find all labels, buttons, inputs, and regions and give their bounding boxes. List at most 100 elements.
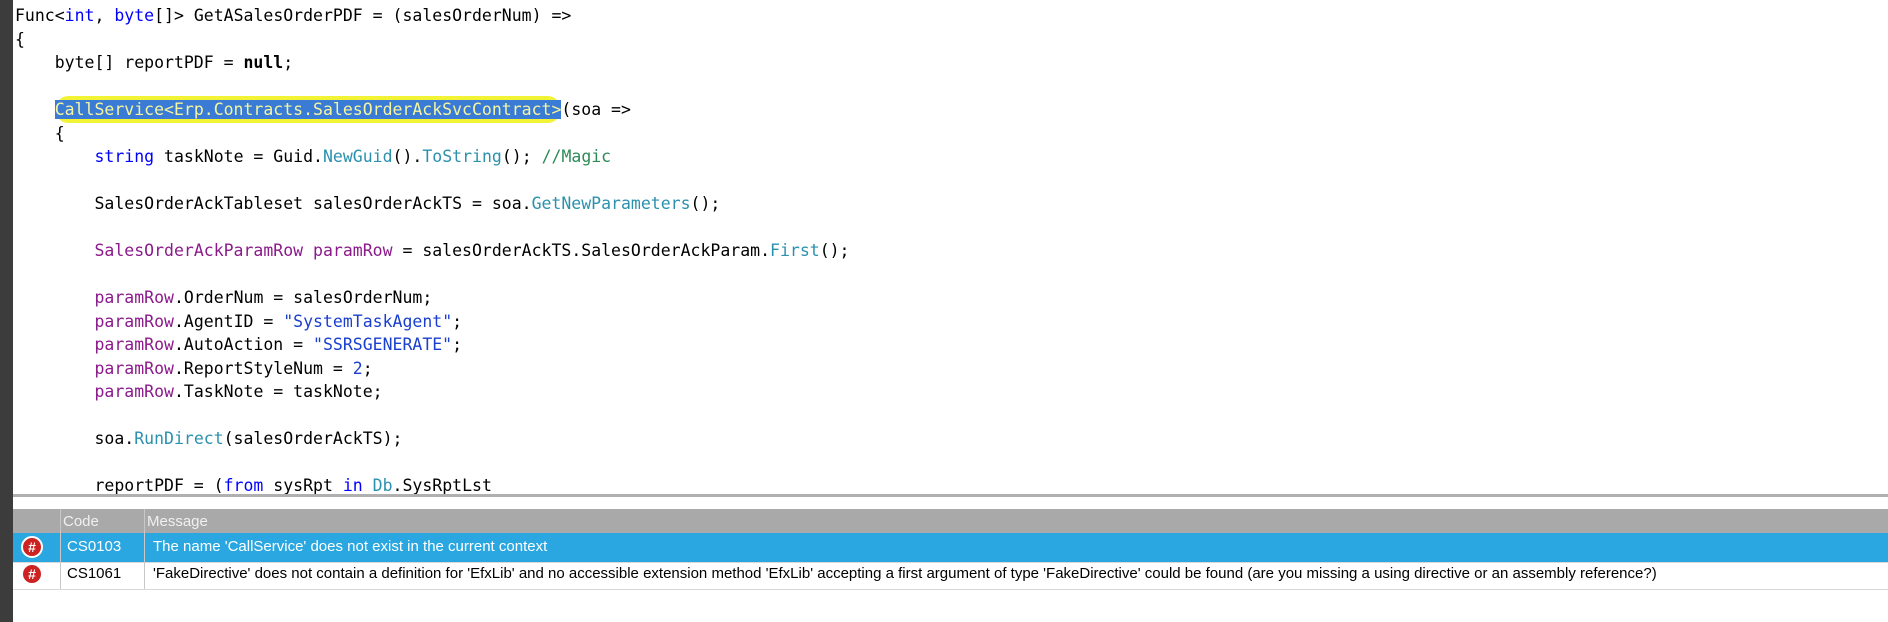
code-token: .AgentID =	[173, 311, 284, 331]
code-token: paramRow	[94, 382, 174, 401]
code-token: ;	[452, 335, 463, 354]
code-token: ;	[283, 53, 294, 72]
code-token: ;	[452, 311, 463, 331]
code-token: 2	[352, 358, 363, 378]
code-token: "SystemTaskAgent"	[283, 311, 453, 331]
code-token: .TaskNote = taskNote;	[173, 382, 383, 401]
code-text[interactable]: Func<int, byte[]> GetASalesOrderPDF = (s…	[15, 4, 850, 494]
code-token: soa.	[15, 429, 135, 448]
code-token: SalesOrderAckParamRow	[94, 241, 304, 260]
code-line[interactable]: ​	[15, 263, 850, 287]
code-line[interactable]: ​	[15, 169, 850, 193]
code-token: {	[15, 29, 25, 49]
code-token: ();	[690, 194, 721, 213]
code-token: from	[223, 476, 264, 494]
code-token: byte[] reportPDF =	[15, 53, 244, 72]
code-token: GetNewParameters	[531, 194, 691, 213]
code-token: paramRow	[303, 241, 393, 260]
code-token: Func<	[15, 6, 65, 25]
code-line[interactable]: {	[15, 122, 850, 146]
code-token: byte	[114, 6, 155, 25]
code-line[interactable]: paramRow.ReportStyleNum = 2;	[15, 357, 850, 381]
code-token: sysRpt	[263, 476, 343, 494]
error-icon: #	[21, 536, 43, 558]
code-line[interactable]: {	[15, 28, 850, 52]
cell-separator	[60, 533, 61, 562]
code-editor[interactable]: Func<int, byte[]> GetASalesOrderPDF = (s…	[13, 0, 1888, 494]
code-token: []> GetASalesOrderPDF = (salesOrderNum) …	[154, 6, 572, 25]
cell-separator	[144, 560, 145, 589]
code-token: SalesOrderAckTableset salesOrderAckTS = …	[15, 194, 532, 213]
code-token: Db	[372, 476, 393, 494]
code-line[interactable]: paramRow.TaskNote = taskNote;	[15, 380, 850, 404]
code-token: null	[243, 53, 284, 72]
code-line[interactable]: soa.RunDirect(salesOrderAckTS);	[15, 427, 850, 451]
code-token: in	[342, 476, 363, 494]
code-token: int	[64, 6, 95, 25]
code-token: .ReportStyleNum =	[173, 358, 353, 378]
code-line[interactable]: paramRow.AutoAction = "SSRSGENERATE";	[15, 333, 850, 357]
error-row[interactable]: # CS1061 'FakeDirective' does not contain …	[13, 560, 1888, 590]
code-line[interactable]: paramRow.AgentID = "SystemTaskAgent";	[15, 310, 850, 334]
code-line[interactable]: reportPDF = (from sysRpt in Db.SysRptLst	[15, 474, 850, 494]
cell-separator	[60, 560, 61, 589]
error-code: CS0103	[67, 538, 122, 555]
code-token: string	[94, 147, 155, 166]
code-token: .OrderNum = salesOrderNum;	[173, 288, 433, 307]
code-line[interactable]: byte[] reportPDF = null;	[15, 51, 850, 75]
error-list-header: Code Message	[13, 509, 1888, 533]
code-line[interactable]: ​	[15, 404, 850, 428]
code-token: paramRow	[94, 311, 174, 331]
code-token: = salesOrderAckTS.SalesOrderAckParam.	[392, 241, 771, 260]
code-token: taskNote = Guid.	[154, 147, 323, 166]
code-token: ,	[94, 6, 115, 25]
code-token: (salesOrderAckTS);	[223, 429, 403, 448]
code-line[interactable]: CallService<Erp.Contracts.SalesOrderAckS…	[15, 96, 850, 123]
error-list-panel: Code Message # CS0103 The name 'CallServic…	[13, 497, 1888, 622]
code-token: "SSRSGENERATE"	[313, 335, 453, 354]
error-row[interactable]: # CS0103 The name 'CallService' does not e…	[13, 533, 1888, 563]
code-token: ToString	[422, 147, 502, 166]
code-token: RunDirect	[134, 429, 224, 448]
code-line[interactable]: SalesOrderAckParamRow paramRow = salesOr…	[15, 239, 850, 263]
error-message: 'FakeDirective' does not contain a defin…	[153, 565, 1657, 582]
code-line[interactable]: ​	[15, 216, 850, 240]
selected-text: CallService<Erp.Contracts.SalesOrderAckS…	[54, 100, 562, 119]
code-token: //Magic	[541, 147, 612, 166]
code-line[interactable]: paramRow.OrderNum = salesOrderNum;	[15, 286, 850, 310]
left-gutter	[0, 0, 13, 622]
code-token: paramRow	[94, 358, 174, 378]
message-column-header[interactable]: Message	[147, 513, 208, 530]
column-separator[interactable]	[60, 509, 61, 533]
cell-separator	[144, 533, 145, 562]
code-line[interactable]: SalesOrderAckTableset salesOrderAckTS = …	[15, 192, 850, 216]
yellow-highlight-mark: CallService<Erp.Contracts.SalesOrderAckS…	[54, 96, 562, 123]
code-line[interactable]: ​	[15, 451, 850, 475]
code-token: paramRow	[94, 288, 174, 307]
code-token: NewGuid	[322, 147, 393, 166]
code-token: reportPDF = (	[15, 476, 224, 494]
code-token: ();	[819, 241, 850, 260]
code-line[interactable]: string taskNote = Guid.NewGuid().ToStrin…	[15, 145, 850, 169]
code-token: (soa =>	[561, 100, 631, 119]
error-icon: #	[21, 563, 43, 585]
code-line[interactable]: Func<int, byte[]> GetASalesOrderPDF = (s…	[15, 4, 850, 28]
column-separator[interactable]	[144, 509, 145, 533]
code-line[interactable]: ​	[15, 75, 850, 99]
code-token: ();	[501, 147, 542, 166]
code-token: ().	[392, 147, 423, 166]
code-token: First	[770, 241, 820, 260]
error-code: CS1061	[67, 565, 122, 582]
code-token: .SysRptLst	[392, 476, 492, 494]
code-token: {	[15, 123, 65, 143]
code-token: .AutoAction =	[173, 335, 314, 354]
code-column-header[interactable]: Code	[63, 513, 99, 530]
